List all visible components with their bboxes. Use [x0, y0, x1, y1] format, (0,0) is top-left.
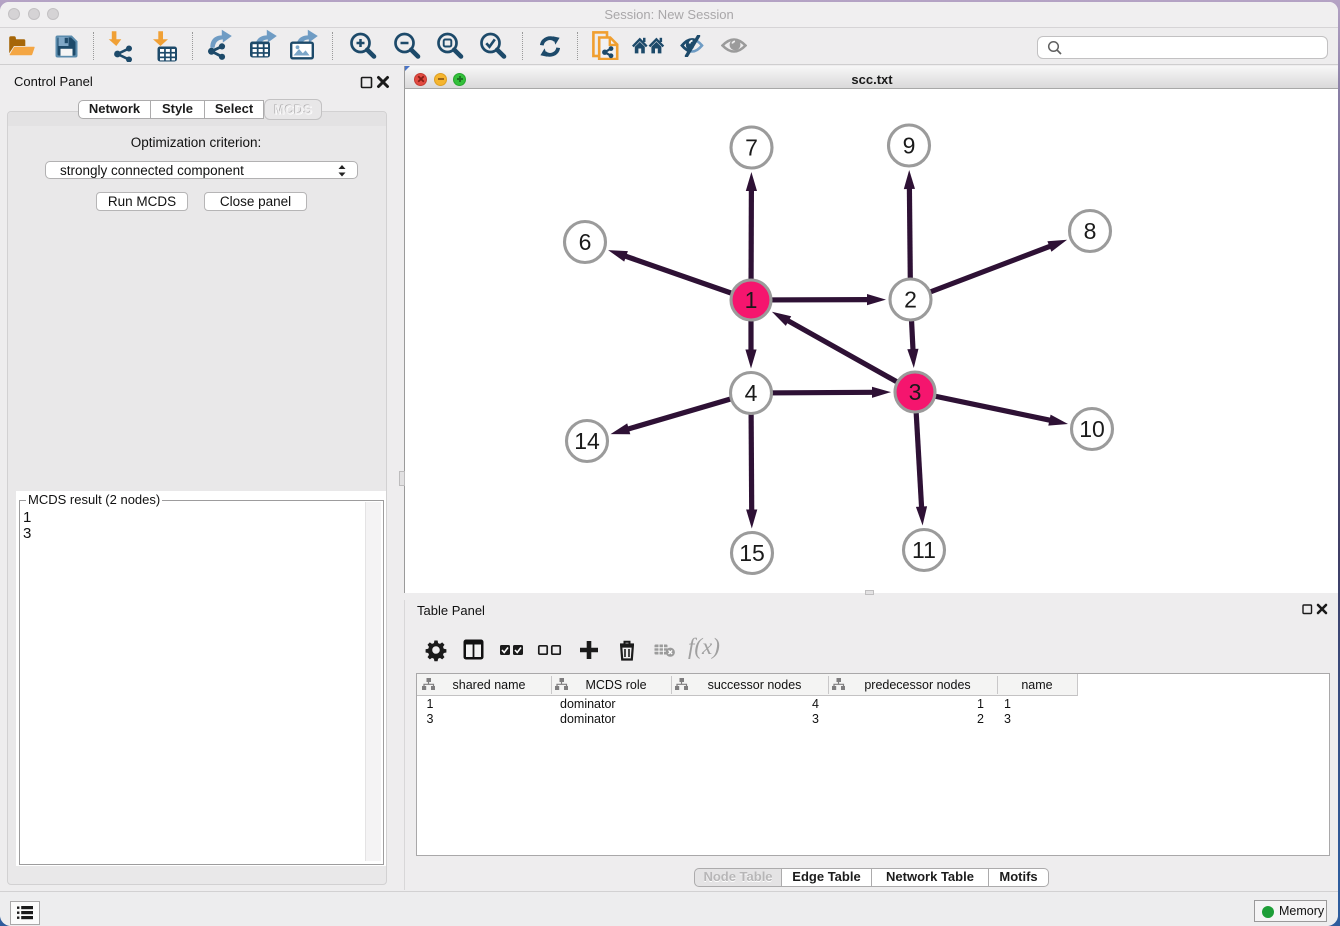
- svg-text:6: 6: [579, 229, 592, 255]
- svg-text:2: 2: [904, 287, 917, 313]
- svg-text:3: 3: [909, 379, 922, 405]
- svg-text:7: 7: [745, 135, 758, 161]
- svg-text:14: 14: [574, 428, 600, 454]
- svg-text:1: 1: [745, 287, 758, 313]
- svg-text:8: 8: [1084, 218, 1097, 244]
- svg-text:11: 11: [912, 537, 936, 563]
- svg-text:9: 9: [903, 133, 916, 159]
- svg-text:10: 10: [1079, 416, 1105, 442]
- svg-text:4: 4: [745, 380, 758, 406]
- svg-text:15: 15: [739, 540, 765, 566]
